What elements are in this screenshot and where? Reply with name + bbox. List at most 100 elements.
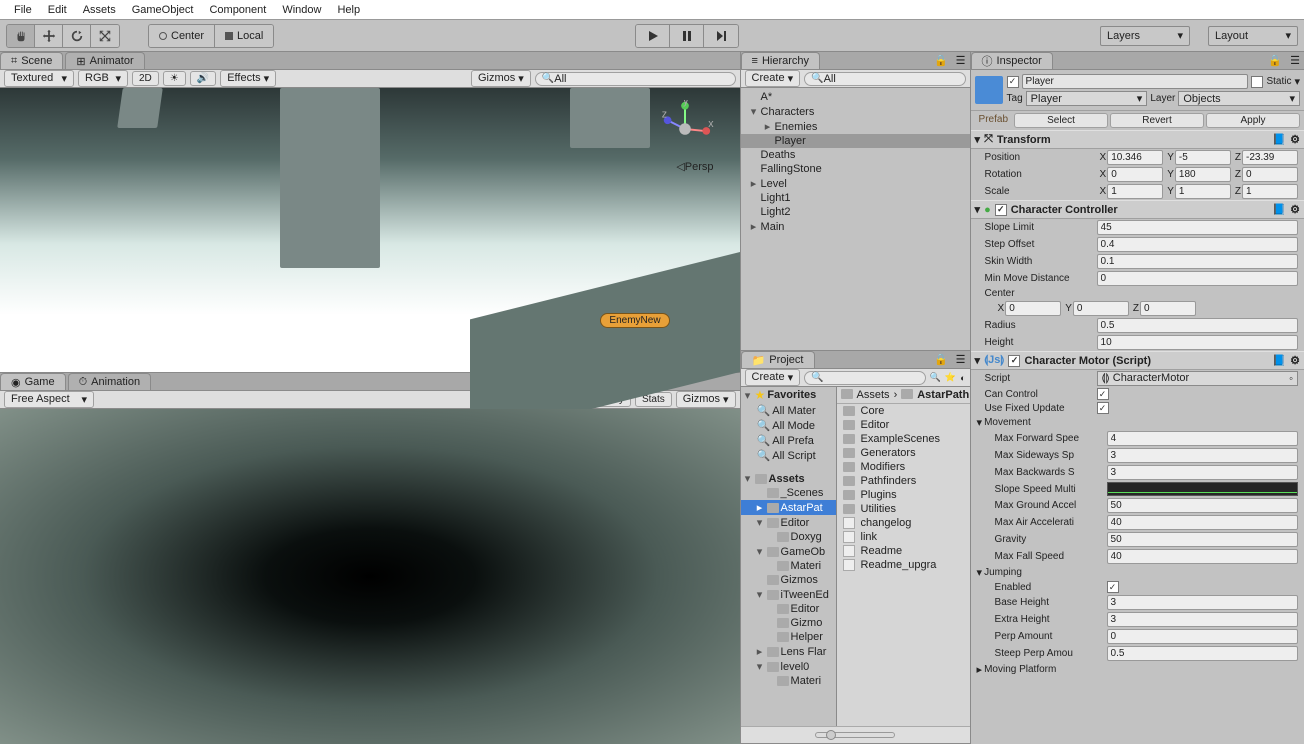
max-fall[interactable] (1107, 549, 1298, 564)
hierarchy-item[interactable]: ▾Characters (741, 104, 970, 119)
project-search[interactable]: 🔍 (804, 371, 926, 385)
script-field[interactable]: ⟬⟭ CharacterMotor◦ (1097, 371, 1298, 386)
center-x[interactable] (1005, 301, 1061, 316)
tab-game[interactable]: ◉Game (0, 373, 66, 390)
project-item[interactable]: Plugins (837, 488, 970, 502)
project-folder[interactable]: Gizmos (741, 573, 836, 587)
scene-viewport[interactable]: yxz ◁Persp EnemyNew (0, 88, 740, 372)
project-folder[interactable]: ▾level0 (741, 659, 836, 674)
step-button[interactable] (704, 25, 738, 47)
steep-perp[interactable] (1107, 646, 1298, 661)
pivot-local[interactable]: Local (215, 25, 273, 47)
saved-search[interactable]: 🔍All Mater (741, 403, 836, 418)
menu-help[interactable]: Help (329, 2, 368, 18)
move-tool[interactable] (35, 25, 63, 47)
prefab-apply[interactable]: Apply (1206, 113, 1300, 128)
transform-component[interactable]: ▾⤧Transform📘⚙ (971, 130, 1304, 149)
base-height[interactable] (1107, 595, 1298, 610)
prefab-select[interactable]: Select (1014, 113, 1108, 128)
slope-curve[interactable] (1107, 482, 1298, 496)
project-folder[interactable]: Helper (741, 630, 836, 644)
panel-menu-icon[interactable]: ☰ (952, 52, 970, 69)
tab-scene[interactable]: ⌗Scene (0, 52, 63, 69)
skin-width[interactable] (1097, 254, 1298, 269)
project-item[interactable]: Core (837, 404, 970, 418)
center-y[interactable] (1073, 301, 1129, 316)
panel-menu-icon[interactable]: ☰ (1286, 52, 1304, 69)
tag-dropdown[interactable]: Player▾ (1026, 91, 1148, 106)
rot-y[interactable] (1175, 167, 1231, 182)
tab-animation[interactable]: ⏱Animation (68, 373, 152, 390)
min-move[interactable] (1097, 271, 1298, 286)
max-forward[interactable] (1107, 431, 1298, 446)
layout-dropdown[interactable]: Layout▾ (1208, 26, 1298, 46)
scl-y[interactable] (1175, 184, 1231, 199)
panel-menu-icon[interactable]: ☰ (952, 351, 970, 368)
pos-y[interactable] (1175, 150, 1231, 165)
extra-height[interactable] (1107, 612, 1298, 627)
tab-animator[interactable]: ⊞Animator (65, 52, 144, 69)
hierarchy-item[interactable]: Deaths (741, 148, 970, 162)
menu-window[interactable]: Window (274, 2, 329, 18)
project-folder[interactable]: Editor (741, 602, 836, 616)
toggle-2d[interactable]: 2D (132, 71, 159, 86)
gear-icon[interactable]: ⚙ (1290, 354, 1300, 367)
project-item[interactable]: changelog (837, 516, 970, 530)
hierarchy-item[interactable]: A* (741, 90, 970, 104)
object-name-field[interactable] (1022, 74, 1249, 89)
rot-z[interactable] (1242, 167, 1298, 182)
assets-root[interactable]: ▾Assets (741, 471, 836, 486)
hierarchy-tree[interactable]: A*▾Characters▸EnemiesPlayerDeathsFalling… (741, 88, 970, 350)
step-offset[interactable] (1097, 237, 1298, 252)
max-sideways[interactable] (1107, 448, 1298, 463)
project-folder[interactable]: Materi (741, 559, 836, 573)
aspect-dropdown[interactable]: Free Aspect▾ (4, 391, 94, 408)
menu-gameobject[interactable]: GameObject (124, 2, 202, 18)
layer-dropdown[interactable]: Objects▾ (1178, 91, 1300, 106)
rot-x[interactable] (1107, 167, 1163, 182)
hierarchy-item[interactable]: Light1 (741, 191, 970, 205)
game-gizmos[interactable]: Gizmos▾ (676, 391, 736, 408)
project-item[interactable]: ExampleScenes (837, 432, 970, 446)
project-item[interactable]: Pathfinders (837, 474, 970, 488)
project-folder[interactable]: Gizmo (741, 616, 836, 630)
project-folder[interactable]: Doxyg (741, 530, 836, 544)
active-checkbox[interactable]: ✓ (1007, 76, 1019, 88)
gear-icon[interactable]: ⚙ (1290, 133, 1300, 146)
saved-search[interactable]: 🔍All Script (741, 448, 836, 463)
project-item[interactable]: Generators (837, 446, 970, 460)
prefab-revert[interactable]: Revert (1110, 113, 1204, 128)
scl-x[interactable] (1107, 184, 1163, 199)
help-icon[interactable]: 📘 (1272, 203, 1286, 216)
menu-component[interactable]: Component (201, 2, 274, 18)
hierarchy-item[interactable]: Light2 (741, 205, 970, 219)
project-folder[interactable]: _Scenes (741, 486, 836, 500)
toggle-audio[interactable]: 🔊 (190, 71, 216, 86)
slope-limit[interactable] (1097, 220, 1298, 235)
thumbnail-slider[interactable] (815, 732, 895, 738)
center-z[interactable] (1140, 301, 1196, 316)
project-breadcrumb[interactable]: Assets›AstarPath (837, 387, 970, 404)
max-ground-accel[interactable] (1107, 498, 1298, 513)
panel-lock-icon[interactable]: 🔒 (930, 52, 952, 69)
saved-search[interactable]: 🔍All Mode (741, 418, 836, 433)
project-item[interactable]: Readme (837, 544, 970, 558)
tab-project[interactable]: 📁Project (741, 351, 815, 368)
scene-gizmo[interactable]: yxz (656, 100, 714, 158)
menu-file[interactable]: File (6, 2, 40, 18)
toggle-light[interactable]: ☀ (163, 71, 186, 86)
project-folder[interactable]: ▾GameOb (741, 544, 836, 559)
pivot-center[interactable]: Center (149, 25, 215, 47)
charcontroller-component[interactable]: ▾●✓Character Controller📘⚙ (971, 200, 1304, 219)
hierarchy-create[interactable]: Create▾ (745, 70, 801, 87)
project-folder[interactable]: ▾Editor (741, 515, 836, 530)
pos-z[interactable] (1242, 150, 1298, 165)
gravity[interactable] (1107, 532, 1298, 547)
layers-dropdown[interactable]: Layers▾ (1100, 26, 1190, 46)
gear-icon[interactable]: ⚙ (1290, 203, 1300, 216)
project-item[interactable]: link (837, 530, 970, 544)
radius[interactable] (1097, 318, 1298, 333)
project-folder[interactable]: ▸Lens Flar (741, 644, 836, 659)
max-backwards[interactable] (1107, 465, 1298, 480)
enemy-label[interactable]: EnemyNew (600, 313, 669, 328)
